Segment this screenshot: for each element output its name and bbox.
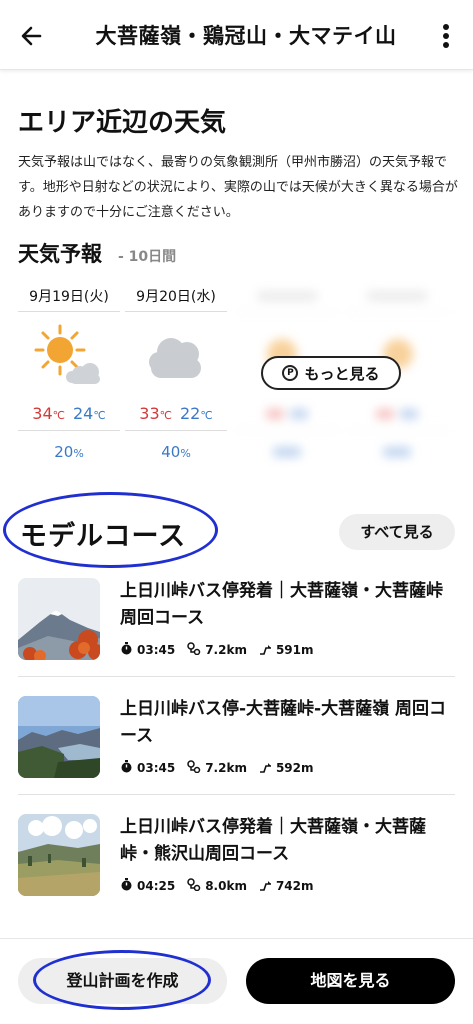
temp-high: 34℃ bbox=[32, 404, 65, 423]
forecast-day: 9月19日(火) 34℃ 24℃ 20% bbox=[18, 282, 120, 462]
rain-probability: 40% bbox=[161, 443, 191, 461]
course-thumbnail bbox=[18, 578, 100, 660]
course-distance: 7.2km bbox=[205, 643, 247, 657]
stopwatch-icon bbox=[120, 760, 133, 776]
see-more-label: もっと見る bbox=[304, 364, 380, 383]
stopwatch-icon bbox=[120, 878, 133, 894]
temp-low: 24℃ bbox=[73, 404, 106, 423]
course-stats: 04:25 8.0km 742m bbox=[120, 878, 314, 894]
annotation-circle bbox=[33, 950, 211, 1010]
course-name: 上日川峠バス停発着｜大菩薩嶺・大菩薩峠・熊沢山周回コース bbox=[120, 817, 426, 864]
course-stats: 03:45 7.2km 591m bbox=[120, 642, 314, 658]
forecast-date: 9月20日(水) bbox=[125, 282, 227, 312]
ascent-icon bbox=[259, 760, 272, 776]
course-item[interactable]: 上日川峠バス停発着｜大菩薩嶺・大菩薩峠周回コース 03:45 7.2km 591… bbox=[18, 578, 455, 688]
ascent-icon bbox=[259, 878, 272, 894]
forecast-day: 9月20日(水) 33℃ 22℃ 40% bbox=[125, 282, 227, 462]
course-ascent: 591m bbox=[275, 643, 314, 657]
forecast-subtitle: - 10日間 bbox=[118, 249, 177, 265]
ascent-icon bbox=[259, 642, 272, 658]
vertical-dots-icon[interactable] bbox=[436, 22, 456, 50]
see-more-forecast-button[interactable]: P もっと見る bbox=[261, 356, 401, 390]
course-thumbnail bbox=[18, 696, 100, 778]
course-stats: 03:45 7.2km 592m bbox=[120, 760, 314, 776]
course-time: 03:45 bbox=[137, 643, 176, 657]
premium-p-icon: P bbox=[282, 365, 299, 381]
forecast-temps: 33℃ 22℃ bbox=[125, 397, 227, 431]
forecast-date: 9月19日(火) bbox=[18, 282, 120, 312]
cloud-icon bbox=[141, 324, 211, 386]
annotation-circle bbox=[3, 492, 218, 568]
course-distance: 8.0km bbox=[205, 879, 247, 893]
app-header: 大菩薩嶺・鶏冠山・大マテイ山 bbox=[0, 0, 473, 70]
course-ascent: 592m bbox=[275, 761, 314, 775]
weather-description: 天気予報は山ではなく、最寄りの気象観測所（甲州市勝沼）の天気予報です。地形や日射… bbox=[18, 155, 458, 220]
course-item[interactable]: 上日川峠バス停-大菩薩峠-大菩薩嶺 周回コース 03:45 7.2km 592m bbox=[18, 696, 455, 806]
course-item[interactable]: 上日川峠バス停発着｜大菩薩嶺・大菩薩峠・熊沢山周回コース 04:25 8.0km… bbox=[18, 814, 455, 924]
page-title: 大菩薩嶺・鶏冠山・大マテイ山 bbox=[95, 24, 397, 48]
distance-icon bbox=[187, 878, 201, 894]
course-time: 03:45 bbox=[137, 761, 176, 775]
course-name: 上日川峠バス停-大菩薩峠-大菩薩嶺 周回コース bbox=[120, 699, 447, 746]
course-ascent: 742m bbox=[275, 879, 314, 893]
forecast-title: 天気予報 bbox=[18, 242, 102, 266]
course-distance: 7.2km bbox=[205, 761, 247, 775]
course-time: 04:25 bbox=[137, 879, 176, 893]
temp-high: 33℃ bbox=[139, 404, 172, 423]
temp-low: 22℃ bbox=[180, 404, 213, 423]
stopwatch-icon bbox=[120, 642, 133, 658]
course-name: 上日川峠バス停発着｜大菩薩嶺・大菩薩峠周回コース bbox=[120, 581, 443, 628]
divider bbox=[18, 794, 455, 795]
divider bbox=[18, 676, 455, 677]
distance-icon bbox=[187, 642, 201, 658]
course-thumbnail bbox=[18, 814, 100, 896]
back-arrow-icon[interactable] bbox=[18, 22, 46, 50]
forecast-temps: 34℃ 24℃ bbox=[18, 397, 120, 431]
view-map-button[interactable]: 地図を見る bbox=[246, 958, 455, 1004]
weather-section-title: エリア近辺の天気 bbox=[18, 108, 227, 138]
rain-probability: 20% bbox=[54, 443, 84, 461]
see-all-button[interactable]: すべて見る bbox=[339, 514, 455, 550]
distance-icon bbox=[187, 760, 201, 776]
sun-cloud-icon bbox=[34, 324, 104, 386]
